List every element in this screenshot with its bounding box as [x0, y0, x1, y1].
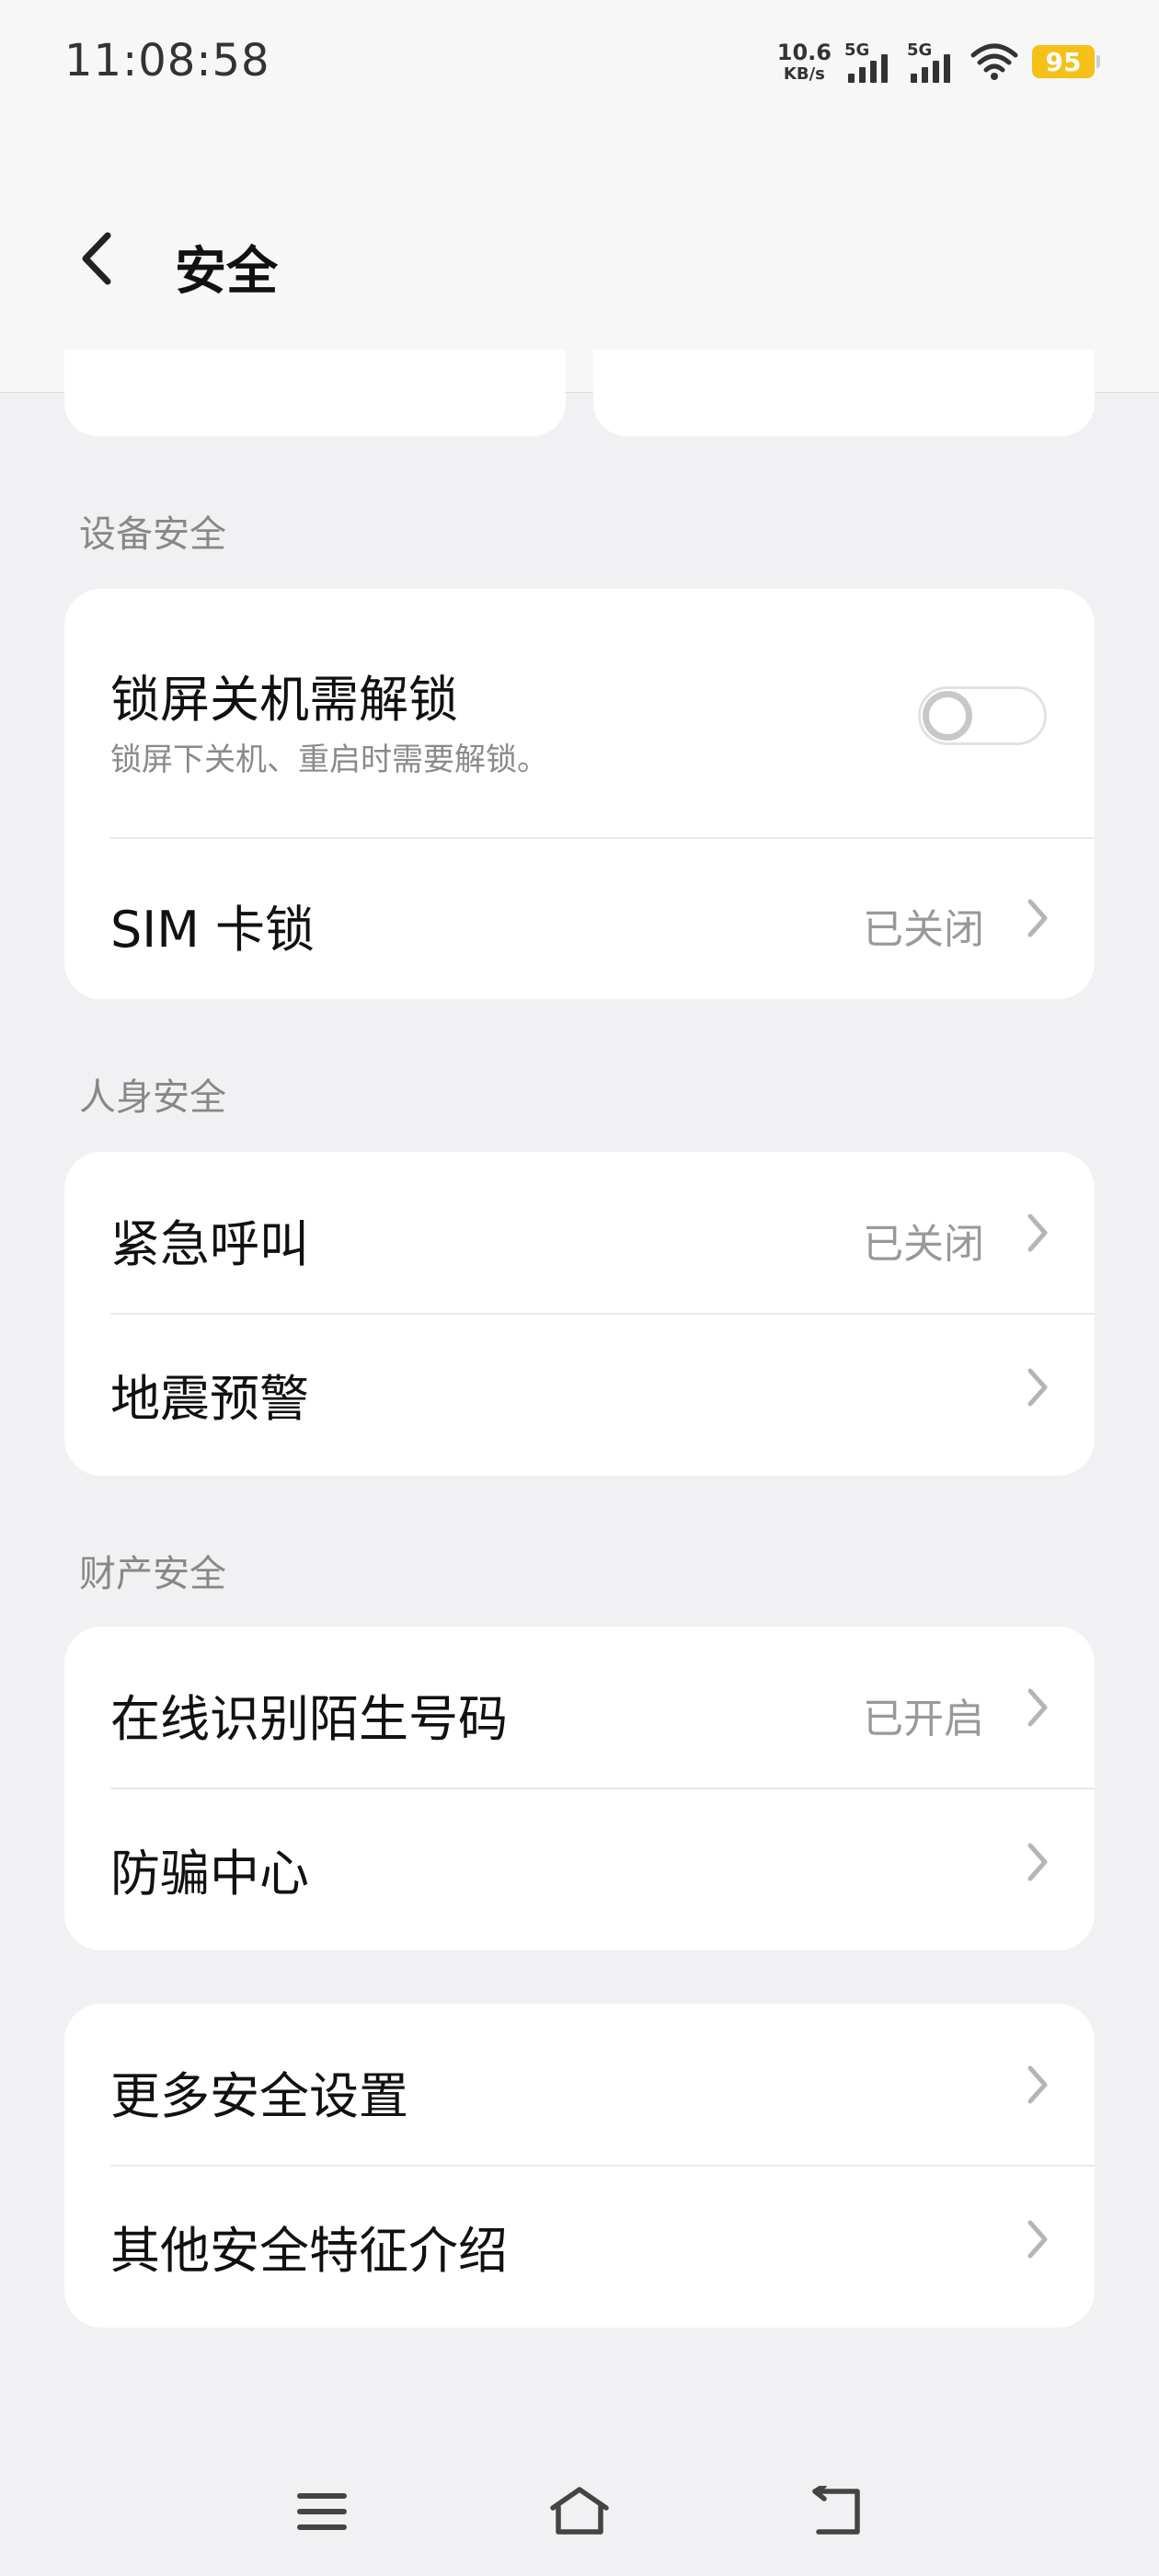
toggle-knob — [923, 691, 972, 741]
other-features-label: 其他安全特征介绍 — [110, 2222, 508, 2280]
lock-shutdown-toggle[interactable] — [918, 686, 1047, 745]
section-label-personal-safety: 人身安全 — [79, 1076, 226, 1119]
chevron-right-icon — [1027, 2220, 1048, 2259]
network-speed: 10.6 KB/s — [777, 41, 832, 83]
signal-label: 5G — [844, 40, 870, 60]
emergency-call-label: 紧急呼叫 — [110, 1215, 309, 1273]
emergency-call-status: 已关闭 — [863, 1221, 984, 1268]
earthquake-warning-row[interactable]: 地震预警 — [64, 1314, 1095, 1476]
network-speed-value: 10.6 — [776, 39, 832, 65]
section-label-property-safety: 财产安全 — [79, 1553, 226, 1595]
property-safety-card: 在线识别陌生号码 已开启 防骗中心 — [64, 1627, 1095, 1950]
more-settings-row[interactable]: 更多安全设置 — [64, 2004, 1095, 2166]
earthquake-warning-label: 地震预警 — [110, 1370, 309, 1428]
battery-icon: 95 — [1032, 45, 1100, 78]
home-button[interactable] — [534, 2475, 625, 2548]
network-speed-unit: KB/s — [783, 63, 825, 84]
sim-lock-status: 已关闭 — [863, 906, 984, 953]
menu-icon — [297, 2493, 347, 2530]
chevron-right-icon — [1027, 1843, 1048, 1881]
emergency-call-row[interactable]: 紧急呼叫 已关闭 — [64, 1152, 1095, 1314]
home-icon — [550, 2487, 609, 2535]
personal-safety-card: 紧急呼叫 已关闭 地震预警 — [64, 1152, 1095, 1476]
anti-fraud-row[interactable]: 防骗中心 — [64, 1788, 1095, 1950]
signal-icon: 5G — [844, 40, 894, 83]
page-title: 安全 — [175, 242, 278, 302]
menu-button[interactable] — [276, 2475, 368, 2548]
navigation-bar — [0, 2447, 1159, 2576]
other-features-row[interactable]: 其他安全特征介绍 — [64, 2166, 1095, 2328]
back-arrow-icon — [82, 232, 111, 285]
sim-lock-label: SIM 卡锁 — [110, 901, 315, 959]
back-button[interactable] — [64, 217, 129, 300]
chevron-right-icon — [1027, 2065, 1048, 2104]
signal-label: 5G — [907, 40, 933, 60]
lock-shutdown-label: 锁屏关机需解锁 — [110, 671, 458, 729]
chevron-right-icon — [1027, 1368, 1048, 1407]
caller-id-row[interactable]: 在线识别陌生号码 已开启 — [64, 1627, 1095, 1788]
chevron-right-icon — [1027, 1213, 1048, 1252]
status-bar: 11:08:58 10.6 KB/s 5G 5G 95 — [0, 0, 1159, 129]
scrolled-card-right[interactable] — [593, 350, 1095, 436]
back-nav-button[interactable] — [791, 2475, 883, 2548]
more-settings-label: 更多安全设置 — [110, 2067, 408, 2125]
section-label-device-security: 设备安全 — [79, 513, 226, 556]
chevron-right-icon — [1027, 899, 1048, 937]
caller-id-label: 在线识别陌生号码 — [110, 1690, 508, 1748]
back-icon — [812, 2486, 860, 2535]
sim-lock-row[interactable]: SIM 卡锁 已关闭 — [64, 839, 1095, 999]
status-icons: 10.6 KB/s 5G 5G 95 — [777, 39, 1100, 85]
signal-icon: 5G — [907, 40, 957, 83]
lock-shutdown-description: 锁屏下关机、重启时需要解锁。 — [110, 742, 548, 778]
scrolled-card-left[interactable] — [64, 350, 566, 436]
chevron-right-icon — [1027, 1688, 1048, 1727]
more-security-card: 更多安全设置 其他安全特征介绍 — [64, 2004, 1095, 2328]
anti-fraud-label: 防骗中心 — [110, 1845, 309, 1903]
caller-id-status: 已开启 — [863, 1696, 984, 1742]
lock-shutdown-row[interactable]: 锁屏关机需解锁 锁屏下关机、重启时需要解锁。 — [64, 589, 1095, 839]
status-time: 11:08:58 — [64, 35, 270, 86]
device-security-card: 锁屏关机需解锁 锁屏下关机、重启时需要解锁。 SIM 卡锁 已关闭 — [64, 589, 1095, 999]
battery-level: 95 — [1045, 46, 1082, 77]
wifi-icon — [970, 43, 1018, 80]
